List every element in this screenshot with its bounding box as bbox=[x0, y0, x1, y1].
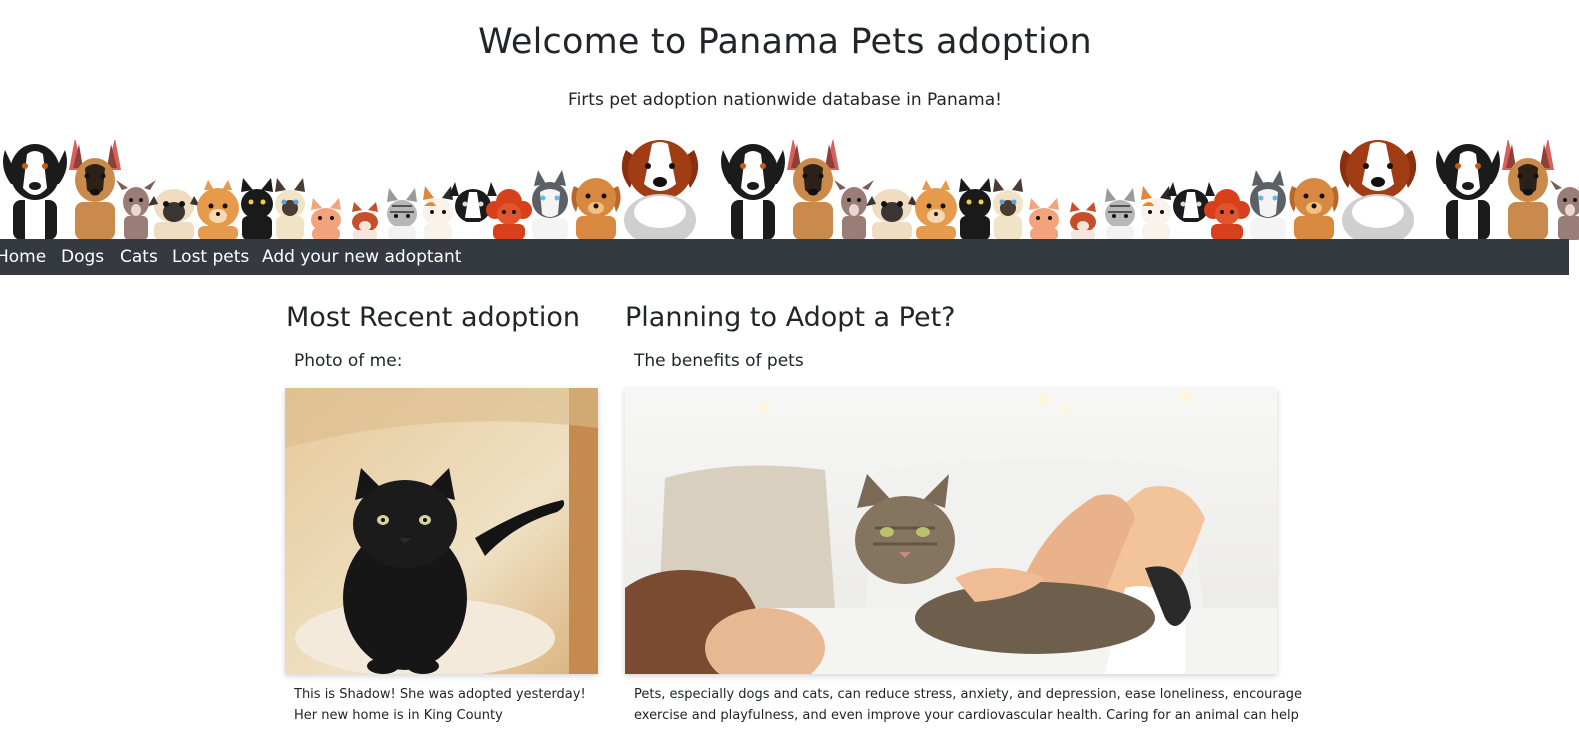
planning-subheading: The benefits of pets bbox=[634, 351, 804, 371]
nav-link-dogs[interactable]: Dogs bbox=[61, 247, 104, 267]
nav-link-cats[interactable]: Cats bbox=[120, 247, 158, 267]
planning-heading: Planning to Adopt a Pet? bbox=[625, 302, 956, 333]
site-title: Welcome to Panama Pets adoption bbox=[478, 22, 1092, 62]
nav-link-lost-pets[interactable]: Lost pets bbox=[172, 247, 249, 267]
recent-adoption-caption-line2: Her new home is in King County bbox=[294, 708, 503, 723]
site-subtitle: Firts pet adoption nationwide database i… bbox=[568, 90, 1002, 110]
planning-text-line1: Pets, especially dogs and cats, can redu… bbox=[634, 687, 1302, 702]
nav-link-add-adoptant[interactable]: Add your new adoptant bbox=[262, 247, 461, 267]
recent-adoption-subheading: Photo of me: bbox=[294, 351, 403, 371]
woman-with-cat-image bbox=[625, 388, 1277, 674]
planning-text-line2: exercise and playfulness, and even impro… bbox=[634, 708, 1299, 723]
main-navbar: Home Dogs Cats Lost pets Add your new ad… bbox=[0, 239, 1569, 275]
nav-link-home[interactable]: Home bbox=[0, 247, 46, 267]
pet-banner bbox=[0, 140, 1579, 240]
site-header: Welcome to Panama Pets adoption Firts pe… bbox=[0, 0, 1579, 140]
recent-adoption-heading: Most Recent adoption bbox=[286, 302, 581, 333]
black-cat-image bbox=[285, 388, 598, 674]
adopted-cat-photo bbox=[285, 388, 598, 674]
benefits-photo bbox=[625, 388, 1277, 674]
pet-banner-illustration bbox=[0, 140, 1579, 240]
recent-adoption-caption-line1: This is Shadow! She was adopted yesterda… bbox=[294, 687, 586, 702]
